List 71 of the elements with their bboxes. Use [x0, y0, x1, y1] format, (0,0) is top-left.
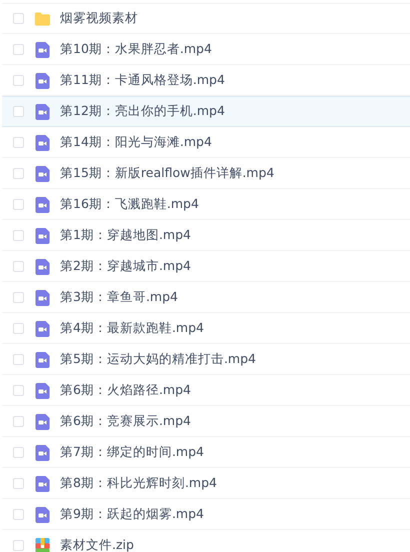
file-name: 第16期：飞溅跑鞋.mp4 — [60, 196, 199, 213]
video-file-icon — [35, 352, 50, 368]
file-name: 第6期：竞赛展示.mp4 — [60, 413, 191, 430]
video-file-icon — [35, 228, 50, 244]
video-file-icon — [35, 320, 50, 336]
checkbox[interactable] — [13, 44, 24, 55]
file-row[interactable]: 第8期：科比光辉时刻.mp4 — [2, 468, 410, 499]
checkbox[interactable] — [13, 168, 24, 179]
checkbox[interactable] — [13, 354, 24, 365]
file-row[interactable]: 素材文件.zip — [2, 530, 410, 552]
file-name: 第8期：科比光辉时刻.mp4 — [60, 475, 217, 492]
file-name: 第15期：新版realflow插件详解.mp4 — [60, 165, 274, 182]
file-name: 第5期：运动大妈的精准打击.mp4 — [60, 351, 256, 368]
file-row[interactable]: 第16期：飞溅跑鞋.mp4 — [2, 189, 410, 220]
video-file-icon — [35, 166, 50, 182]
file-row[interactable]: 第2期：穿越城市.mp4 — [2, 251, 410, 282]
file-row[interactable]: 第9期：跃起的烟雾.mp4 — [2, 499, 410, 530]
file-row[interactable]: 第10期：水果胖忍者.mp4 — [2, 34, 410, 65]
file-name: 第7期：绑定的时间.mp4 — [60, 444, 204, 461]
file-row[interactable]: 第7期：绑定的时间.mp4 — [2, 437, 410, 468]
file-name: 第10期：水果胖忍者.mp4 — [60, 41, 212, 58]
file-row[interactable]: 第14期：阳光与海滩.mp4 — [2, 127, 410, 158]
checkbox[interactable] — [13, 323, 24, 334]
folder-icon — [35, 10, 50, 26]
file-row[interactable]: 第1期：穿越地图.mp4 — [2, 220, 410, 251]
video-file-icon — [35, 290, 50, 306]
file-row[interactable]: 第6期：火焰路径.mp4 — [2, 375, 410, 406]
video-file-icon — [35, 104, 50, 120]
video-file-icon — [35, 258, 50, 274]
checkbox[interactable] — [13, 540, 24, 551]
video-file-icon — [35, 196, 50, 212]
file-name: 第9期：跃起的烟雾.mp4 — [60, 506, 204, 523]
file-row[interactable]: 第15期：新版realflow插件详解.mp4 — [2, 158, 410, 189]
file-name: 第3期：章鱼哥.mp4 — [60, 289, 178, 306]
file-name: 第2期：穿越城市.mp4 — [60, 258, 191, 275]
file-row[interactable]: 烟雾视频素材 — [2, 3, 410, 34]
checkbox[interactable] — [13, 447, 24, 458]
file-name: 第6期：火焰路径.mp4 — [60, 382, 191, 399]
checkbox[interactable] — [13, 385, 24, 396]
video-file-icon — [35, 42, 50, 58]
file-row[interactable]: 第6期：竞赛展示.mp4 — [2, 406, 410, 437]
file-name: 烟雾视频素材 — [60, 10, 138, 27]
file-name: 第14期：阳光与海滩.mp4 — [60, 134, 212, 151]
video-file-icon — [35, 444, 50, 460]
file-row[interactable]: 第12期：亮出你的手机.mp4 — [2, 96, 410, 127]
video-file-icon — [35, 134, 50, 150]
file-row[interactable]: 第5期：运动大妈的精准打击.mp4 — [2, 344, 410, 375]
checkbox[interactable] — [13, 106, 24, 117]
video-file-icon — [35, 382, 50, 398]
checkbox[interactable] — [13, 199, 24, 210]
checkbox[interactable] — [13, 509, 24, 520]
checkbox[interactable] — [13, 75, 24, 86]
video-file-icon — [35, 506, 50, 522]
video-file-icon — [35, 72, 50, 88]
file-row[interactable]: 第3期：章鱼哥.mp4 — [2, 282, 410, 313]
video-file-icon — [35, 476, 50, 492]
archive-icon — [35, 538, 50, 552]
checkbox[interactable] — [13, 137, 24, 148]
video-file-icon — [35, 414, 50, 430]
checkbox[interactable] — [13, 261, 24, 272]
checkbox[interactable] — [13, 416, 24, 427]
checkbox[interactable] — [13, 230, 24, 241]
file-name: 第1期：穿越地图.mp4 — [60, 227, 191, 244]
checkbox[interactable] — [13, 292, 24, 303]
file-name: 第12期：亮出你的手机.mp4 — [60, 103, 225, 120]
checkbox[interactable] — [13, 478, 24, 489]
file-name: 素材文件.zip — [60, 537, 134, 552]
file-name: 第11期：卡通风格登场.mp4 — [60, 72, 225, 89]
checkbox[interactable] — [13, 13, 24, 24]
file-row[interactable]: 第4期：最新款跑鞋.mp4 — [2, 313, 410, 344]
file-name: 第4期：最新款跑鞋.mp4 — [60, 320, 204, 337]
